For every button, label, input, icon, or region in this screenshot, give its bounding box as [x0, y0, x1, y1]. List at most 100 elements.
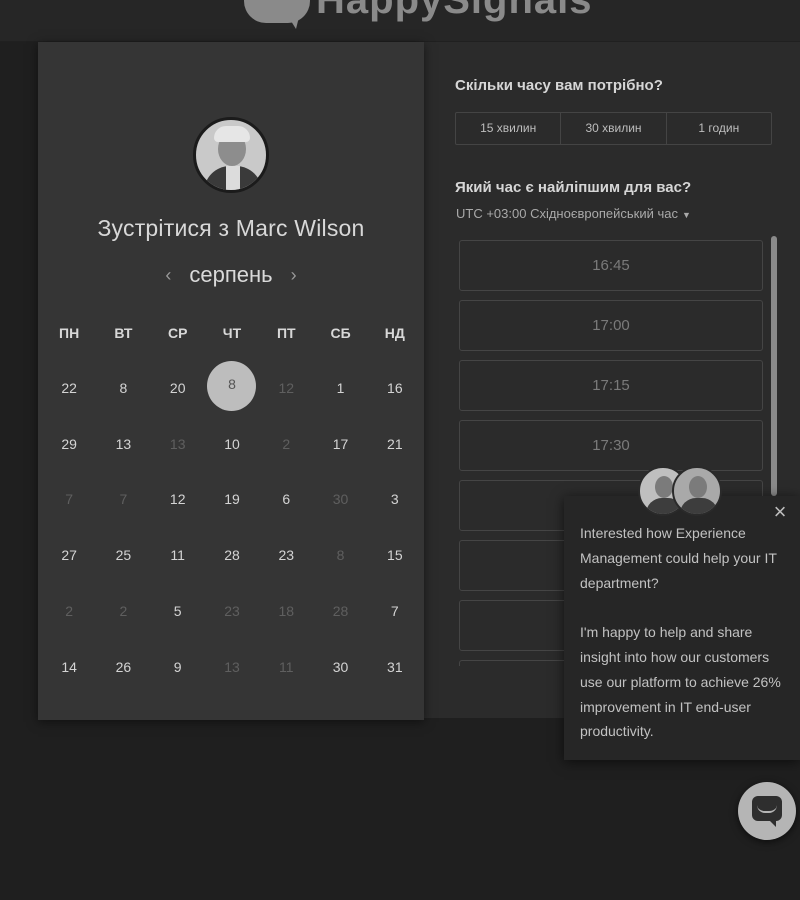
calendar-day-number: 7: [390, 603, 399, 620]
calendar-day-number: 12: [169, 491, 186, 508]
weekday-tue: ВТ: [114, 325, 133, 341]
calendar-day-number: 23: [278, 547, 295, 564]
calendar-day[interactable]: 16: [368, 380, 422, 396]
logo-bubble-icon: [244, 0, 310, 29]
calendar-day-number: 2: [65, 603, 74, 620]
calendar-week: 27 25 11 28 23 8 15: [42, 527, 422, 583]
calendar-day-number: 22: [61, 379, 77, 396]
calendar-day[interactable]: 3: [368, 491, 422, 507]
calendar-day[interactable]: 6: [259, 491, 313, 507]
slot-list-scrollbar[interactable]: [771, 236, 777, 496]
timezone-dropdown[interactable]: UTC +03:00 Східноєвропейський час ▼: [456, 206, 691, 221]
calendar-day[interactable]: 14: [42, 659, 96, 675]
duration-option-15[interactable]: 15 хвилин: [456, 113, 562, 144]
calendar-day: 2: [96, 603, 150, 619]
calendar-day[interactable]: 12: [151, 491, 205, 507]
time-slot[interactable]: 16:45: [459, 240, 763, 291]
logo-text: HappySignals: [316, 0, 593, 22]
calendar-day-number: 18: [278, 603, 295, 620]
prev-month-icon[interactable]: ‹: [161, 265, 175, 286]
calendar-day-number: 30: [332, 658, 349, 675]
duration-option-60[interactable]: 1 годин: [667, 113, 771, 144]
calendar-day[interactable]: 5: [151, 603, 205, 619]
calendar-day-number: 12: [278, 379, 295, 396]
calendar-day[interactable]: 22: [42, 380, 96, 396]
calendar-week: 7 7 12 19 6 30 3: [42, 472, 422, 528]
calendar-week: 14 26 9 13 11 30 31: [42, 639, 422, 695]
calendar-day[interactable]: 15: [368, 547, 422, 563]
calendar-day-number: 27: [61, 547, 77, 564]
calendar-day-number: 25: [115, 547, 132, 564]
calendar-day-number: 3: [390, 491, 399, 508]
duration-selector: 15 хвилин 30 хвилин 1 годин: [455, 112, 772, 145]
brand-logo[interactable]: HappySignals: [244, 0, 593, 29]
calendar-day: 2: [42, 603, 96, 619]
calendar-day: 18: [259, 603, 313, 619]
weekday-sat: СБ: [330, 325, 351, 341]
calendar-day[interactable]: 8: [96, 380, 150, 396]
chat-agent-avatars: [638, 466, 722, 518]
calendar-day: 13: [151, 436, 205, 452]
calendar-day-selected[interactable]: 8: [205, 360, 259, 411]
time-slot[interactable]: 17:15: [459, 360, 763, 411]
calendar-day[interactable]: 31: [368, 659, 422, 675]
chat-launcher-button[interactable]: [738, 782, 796, 840]
chat-paragraph: I'm happy to help and share insight into…: [580, 624, 781, 740]
calendar-day[interactable]: 9: [151, 659, 205, 675]
calendar-day-number: 13: [224, 658, 240, 675]
agent-avatar: [672, 466, 722, 516]
calendar-day[interactable]: 10: [205, 436, 259, 452]
calendar-day[interactable]: 13: [96, 436, 150, 452]
time-slot[interactable]: 17:00: [459, 300, 763, 351]
calendar-day[interactable]: 23: [259, 547, 313, 563]
calendar-day-number: 6: [282, 491, 291, 508]
chat-paragraph: Interested how Experience Management cou…: [580, 525, 777, 591]
calendar-day-number: 11: [278, 658, 294, 675]
calendar-day: 7: [42, 491, 96, 507]
weekday-thu: ЧТ: [222, 325, 242, 341]
calendar-day: 11: [259, 659, 313, 675]
calendar-day-number: 16: [387, 379, 403, 396]
calendar-day: 28: [313, 603, 367, 619]
calendar-day[interactable]: 29: [42, 436, 96, 452]
time-slot[interactable]: 17:30: [459, 420, 763, 471]
calendar-day[interactable]: 1: [313, 380, 367, 396]
calendar-day[interactable]: 20: [151, 380, 205, 396]
calendar-day[interactable]: 26: [96, 659, 150, 675]
calendar-day-number: 20: [169, 379, 186, 396]
calendar-day[interactable]: 7: [368, 603, 422, 619]
timezone-label: UTC +03:00 Східноєвропейський час: [456, 206, 678, 221]
calendar-day[interactable]: 19: [205, 491, 259, 507]
chevron-down-icon: ▼: [681, 209, 691, 220]
calendar-day[interactable]: 28: [205, 547, 259, 563]
calendar-day: 13: [205, 659, 259, 675]
calendar-weeks: 22 8 20 8 12 1 16 29 13 13 10 2 17 21 7 7 12 19 6 30 3 27 25 11…: [42, 360, 422, 695]
calendar-day-number: 13: [115, 435, 132, 452]
calendar-day[interactable]: 11: [151, 547, 205, 563]
calendar-grid: ПН ВТ СР ЧТ ПТ СБ НД 22 8 20 8 12 1 16 29 13 13 10…: [42, 306, 422, 695]
calendar-day[interactable]: 21: [368, 436, 422, 452]
calendar-day-number: 9: [173, 658, 182, 675]
calendar-day[interactable]: 30: [313, 659, 367, 675]
calendar-day-number: 21: [387, 435, 403, 452]
calendar-day[interactable]: 25: [96, 547, 150, 563]
meeting-title: Зустрітися з Marc Wilson: [97, 215, 365, 241]
calendar-week: 2 2 5 23 18 28 7: [42, 583, 422, 639]
calendar-day-number: 8: [207, 360, 257, 411]
calendar-day-number: 7: [65, 491, 74, 508]
calendar-day-number: 29: [61, 435, 77, 452]
calendar-day-number: 15: [387, 547, 403, 564]
header-bar: HappySignals: [0, 0, 800, 42]
calendar-day-number: 31: [387, 658, 403, 675]
weekday-wed: СР: [167, 325, 188, 341]
next-month-icon[interactable]: ›: [287, 265, 301, 286]
calendar-day-number: 26: [115, 658, 132, 675]
calendar-day-number: 30: [332, 491, 349, 508]
calendar-day-number: 10: [224, 435, 240, 452]
host-avatar: [193, 117, 269, 193]
calendar-day[interactable]: 27: [42, 547, 96, 563]
duration-option-30[interactable]: 30 хвилин: [561, 113, 667, 144]
calendar-day[interactable]: 17: [313, 436, 367, 452]
calendar-day-number: 17: [332, 435, 349, 452]
calendar-day: 2: [259, 436, 313, 452]
